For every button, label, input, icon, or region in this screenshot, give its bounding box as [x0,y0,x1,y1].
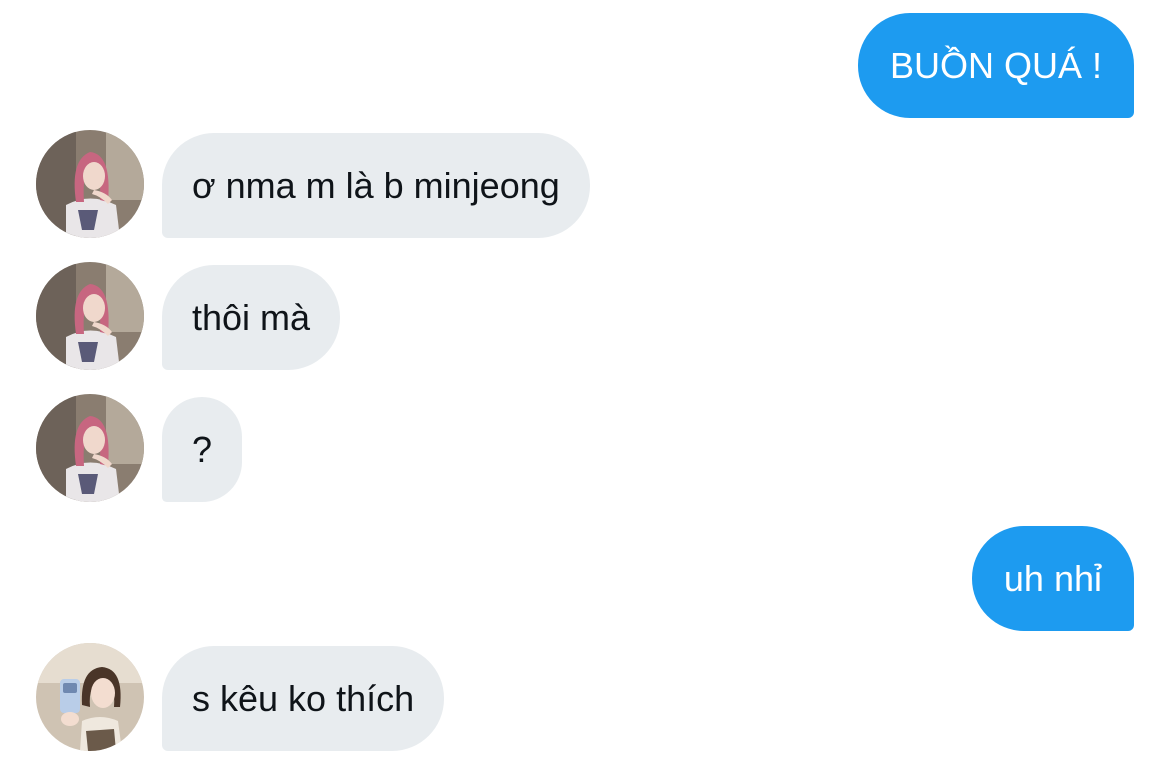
message-text: ? [192,428,213,470]
message-text: uh nhỉ [1003,557,1102,599]
message-text: BUỒN QUÁ ! [889,44,1102,86]
avatar-pink-hair-image [36,130,144,238]
chat-thread: BUỒN QUÁ ! ơ nma m là b minjeong thôi mà… [0,0,1170,766]
incoming-message-bubble[interactable]: ? [162,397,243,502]
message-text: thôi mà [192,296,311,338]
incoming-message-bubble[interactable]: thôi mà [162,265,341,370]
incoming-message-bubble[interactable]: s kêu ko thích [162,646,445,751]
outgoing-message-bubble[interactable]: BUỒN QUÁ ! [857,13,1134,118]
message-text: ơ nma m là b minjeong [192,164,560,206]
sender-avatar[interactable] [36,394,144,502]
avatar-mirror-selfie-image [36,643,144,751]
incoming-message-bubble[interactable]: ơ nma m là b minjeong [162,133,590,238]
outgoing-message-bubble[interactable]: uh nhỉ [971,526,1134,631]
sender-avatar[interactable] [36,130,144,238]
message-text: s kêu ko thích [192,677,415,719]
sender-avatar[interactable] [36,643,144,751]
avatar-pink-hair-image [36,394,144,502]
sender-avatar[interactable] [36,262,144,370]
avatar-pink-hair-image [36,262,144,370]
